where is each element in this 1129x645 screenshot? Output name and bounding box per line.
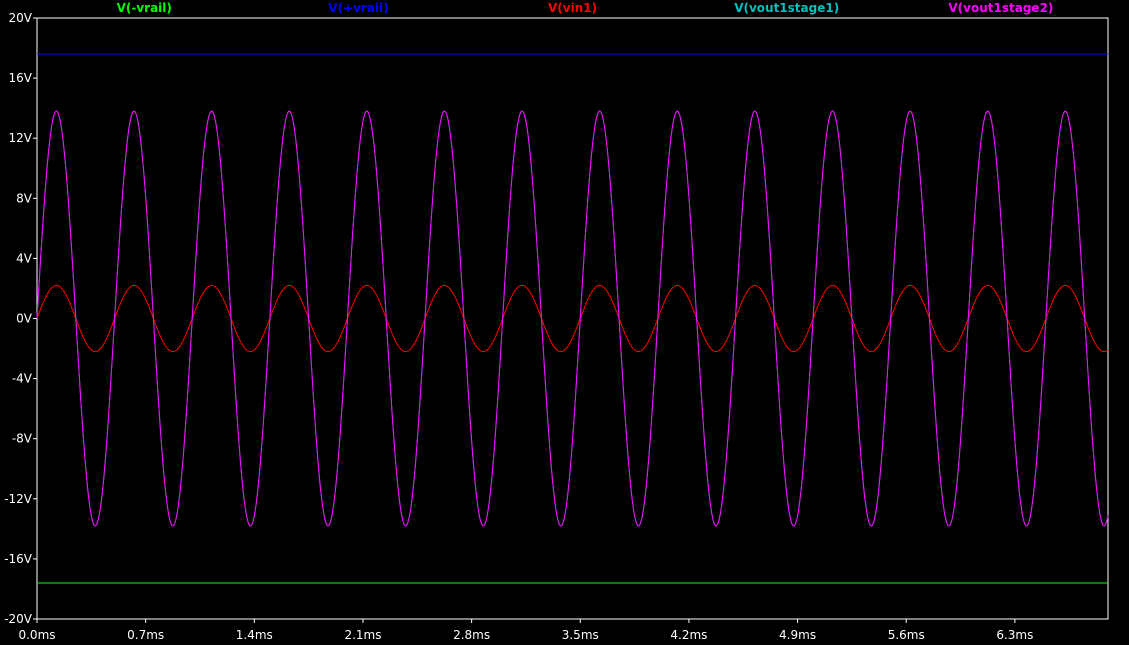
plot-area-frame [36,17,1109,620]
series-line-v-vin1- [36,284,1109,353]
x-axis: 0.0ms 0.7ms 1.4ms 2.1ms 2.8ms 3.5ms 4.2ms 4.9ms… [18,619,1033,642]
series-line-v-vout1stage2- [36,110,1109,527]
y-tick-label: 20V [9,11,33,25]
y-tick-label: 12V [9,131,33,145]
y-tick-label: 16V [9,71,33,85]
x-tick-label: 0.7ms [127,628,164,642]
waveform-plot[interactable]: 20V16V12V8V4V0V-4V-8V-12V-16V-20V 0.0ms 0… [0,0,1129,645]
x-tick-label: 0.0ms [18,628,55,642]
y-tick-label: 4V [16,251,33,265]
legend-entry[interactable]: V(-vrail) [117,1,172,15]
legend-entry[interactable]: V(vout1stage1) [734,1,839,15]
legend-entry[interactable]: V(+vrail) [328,1,388,15]
x-tick-label: 4.9ms [779,628,816,642]
y-tick-label: 8V [16,191,33,205]
legend-entry[interactable]: V(vout1stage2) [948,1,1053,15]
y-tick-label: -8V [12,432,33,446]
x-tick-label: 6.3ms [996,628,1033,642]
y-tick-label: -20V [4,612,33,626]
legend-entry[interactable]: V(vin1) [548,1,597,15]
x-tick-label: 2.1ms [344,628,381,642]
series-layer [36,53,1109,584]
x-tick-label: 1.4ms [236,628,273,642]
y-tick-label: 0V [16,312,33,326]
x-tick-label: 3.5ms [562,628,599,642]
y-axis: 20V 16V 12V 8V 4V 0V -4V -8V -12V -16V -20V [4,11,37,626]
y-tick-label: -16V [4,552,33,566]
y-tick-label: -4V [12,372,33,386]
x-tick-label: 5.6ms [888,628,925,642]
series-line-v-vout1stage1- [36,110,1109,527]
x-tick-label: 2.8ms [453,628,490,642]
x-tick-label: 4.2ms [670,628,707,642]
y-tick-label: -12V [4,492,33,506]
